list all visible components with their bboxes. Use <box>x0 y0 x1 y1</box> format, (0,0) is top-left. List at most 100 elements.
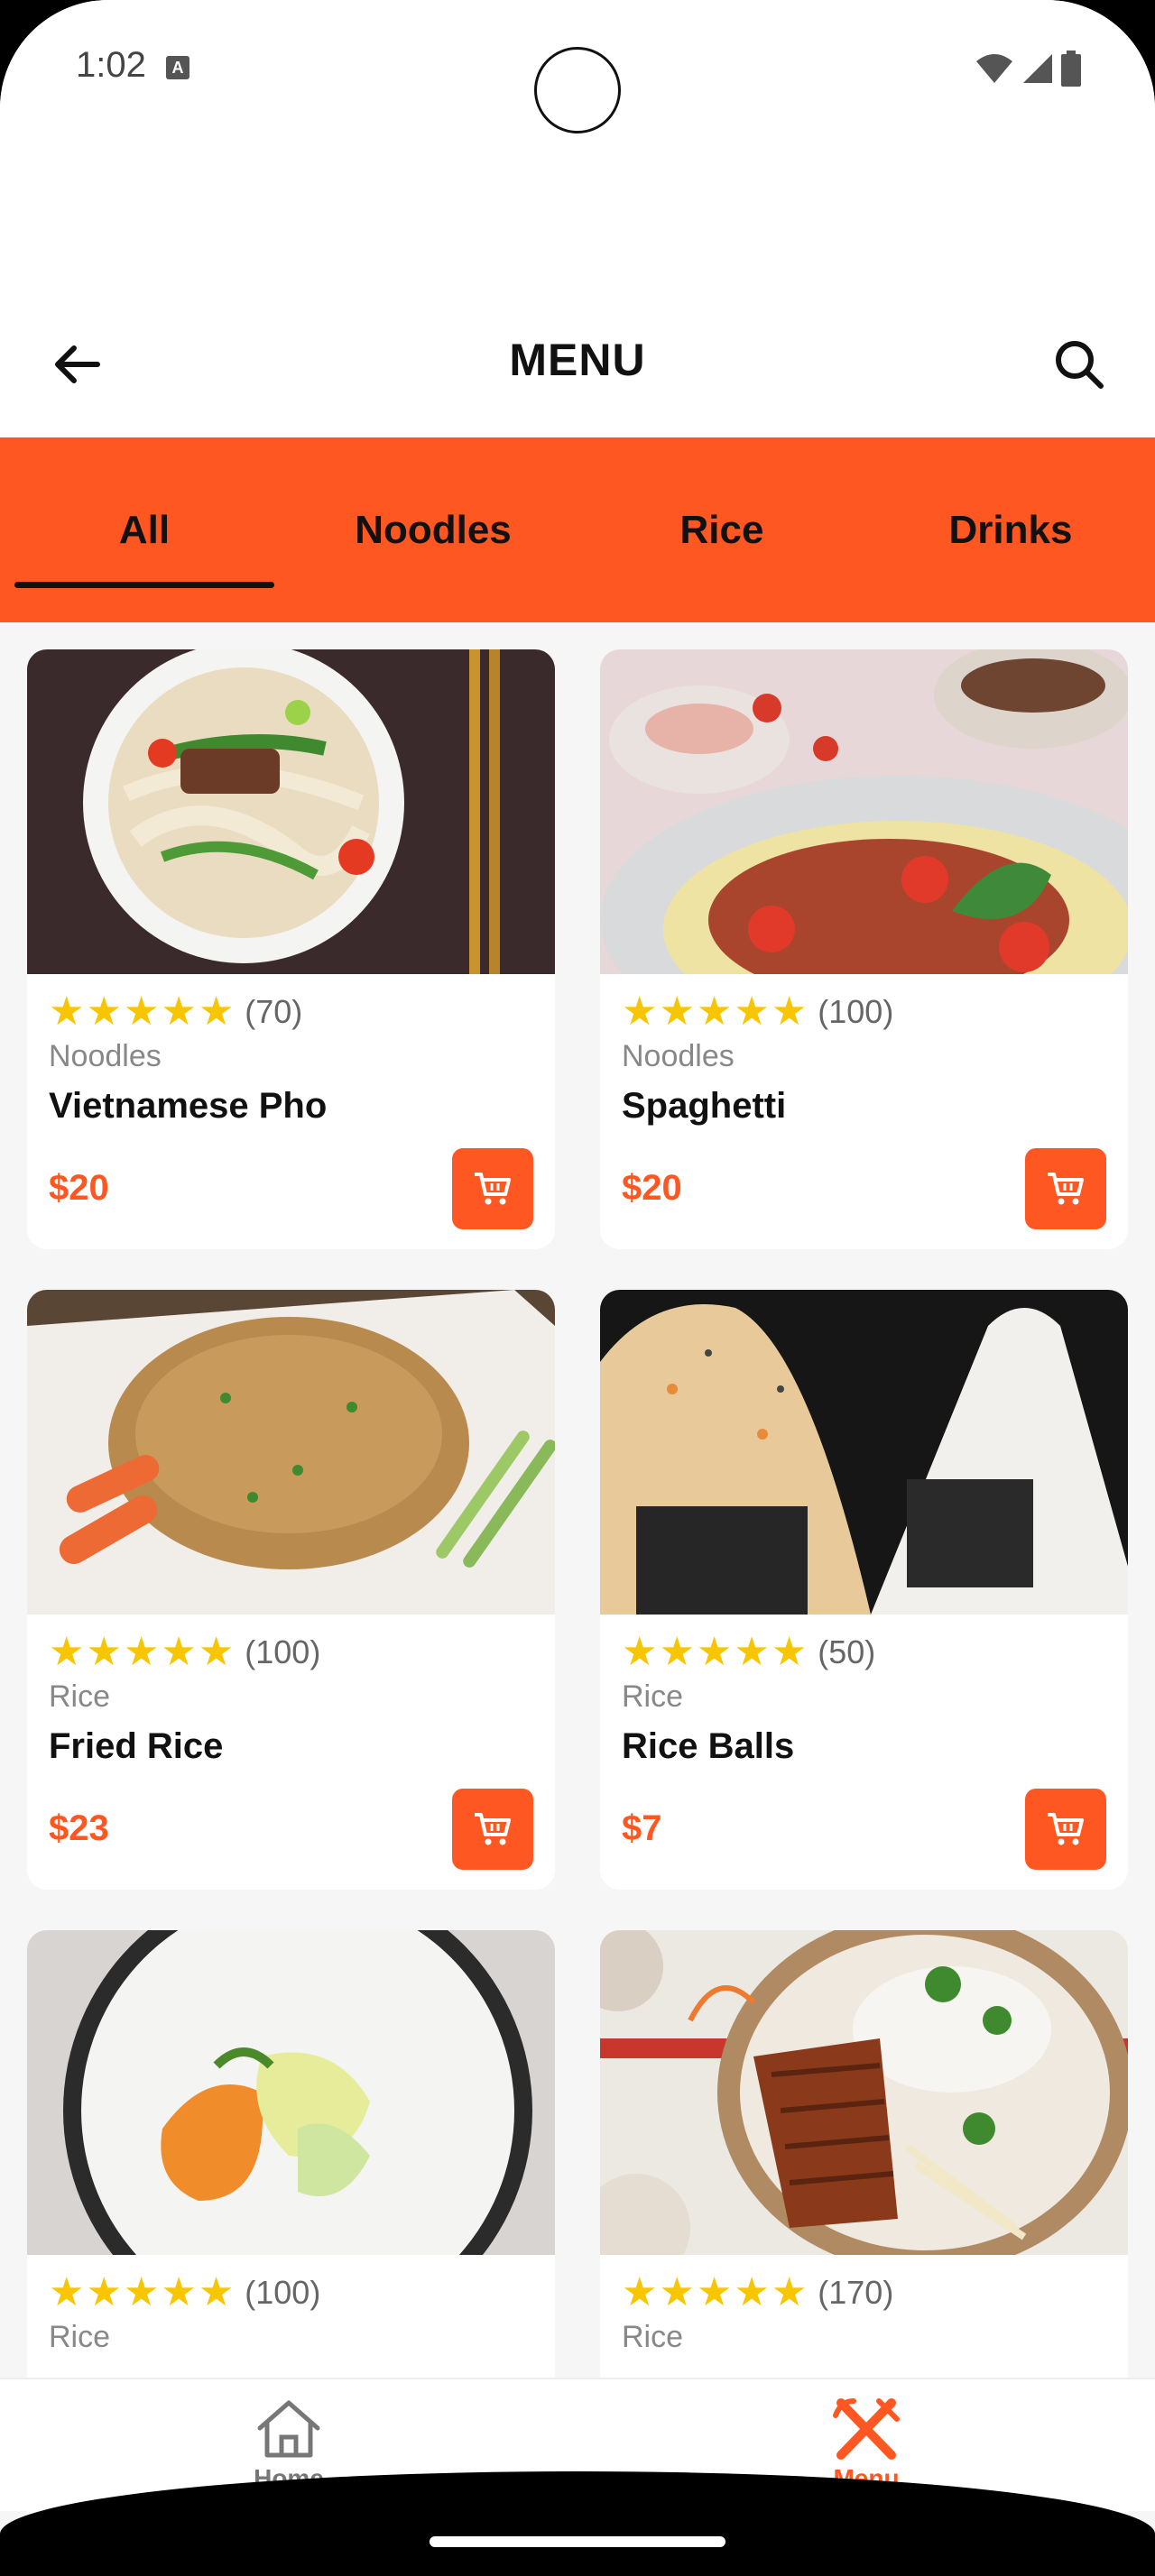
rating-stars: ★ ★ ★ ★ ★ <box>622 990 807 1034</box>
home-icon <box>257 2400 320 2458</box>
review-count: (170) <box>818 2274 894 2311</box>
star-icon: ★ <box>696 2270 733 2314</box>
star-icon: ★ <box>123 989 160 1034</box>
status-time: 1:02 <box>76 45 146 85</box>
star-icon: ★ <box>734 989 770 1034</box>
star-icon: ★ <box>161 2270 197 2314</box>
notification-a-icon: A <box>166 56 189 79</box>
product-name: Vietnamese Pho <box>49 1086 328 1126</box>
star-icon: ★ <box>49 2270 85 2314</box>
rating: ★ ★ ★ ★ ★ (100) <box>49 2271 320 2314</box>
product-grid: ★ ★ ★ ★ ★ (70) Noodles Vietnamese Pho $20 <box>27 649 1128 2530</box>
status-bar: 1:02 A <box>0 0 1155 307</box>
cart-icon <box>475 1813 511 1845</box>
camera-cutout <box>534 47 621 133</box>
cart-icon <box>1048 1813 1084 1845</box>
rating-stars: ★ ★ ★ ★ ★ <box>622 1631 807 1674</box>
product-category: Noodles <box>622 1039 735 1073</box>
star-icon: ★ <box>659 2270 695 2314</box>
product-card[interactable]: ★ ★ ★ ★ ★ (100) Noodles Spaghetti $20 <box>600 649 1128 1249</box>
star-icon: ★ <box>659 1630 695 1674</box>
product-image-rice-balls <box>600 1290 1128 1615</box>
add-to-cart-button[interactable] <box>452 1789 533 1870</box>
product-price: $7 <box>622 1808 662 1848</box>
page-title: MENU <box>509 335 646 385</box>
app-screen: 1:02 A MENU All Noodles Rice Drinks ★ ★ … <box>0 0 1155 2576</box>
category-tabs: All Noodles Rice Drinks <box>0 437 1155 622</box>
status-icons <box>975 51 1081 87</box>
star-icon: ★ <box>161 989 197 1034</box>
review-count: (100) <box>245 2274 321 2311</box>
rating: ★ ★ ★ ★ ★ (100) <box>49 1631 320 1674</box>
star-icon: ★ <box>198 1630 235 1674</box>
review-count: (100) <box>818 993 894 1030</box>
review-count: (100) <box>245 1633 321 1670</box>
star-icon: ★ <box>622 2270 658 2314</box>
star-icon: ★ <box>161 1630 197 1674</box>
tab-all[interactable]: All <box>0 437 289 622</box>
home-indicator[interactable] <box>430 2536 725 2547</box>
rating-stars: ★ ★ ★ ★ ★ <box>49 1631 234 1674</box>
star-icon: ★ <box>123 2270 160 2314</box>
star-icon: ★ <box>86 1630 122 1674</box>
wifi-icon <box>976 54 1012 83</box>
star-icon: ★ <box>49 989 85 1034</box>
rating-stars: ★ ★ ★ ★ ★ <box>622 2271 807 2314</box>
rating: ★ ★ ★ ★ ★ (100) <box>622 990 893 1034</box>
star-icon: ★ <box>734 1630 770 1674</box>
review-count: (70) <box>245 993 303 1030</box>
star-icon: ★ <box>696 989 733 1034</box>
product-card[interactable]: ★ ★ ★ ★ ★ (50) Rice Rice Balls $7 <box>600 1290 1128 1890</box>
product-name: Spaghetti <box>622 1086 787 1126</box>
product-image-cutlet-bowl <box>600 1930 1128 2255</box>
rating: ★ ★ ★ ★ ★ (170) <box>622 2271 893 2314</box>
add-to-cart-button[interactable] <box>452 1148 533 1229</box>
app-header: MENU <box>0 307 1155 437</box>
star-icon: ★ <box>86 2270 122 2314</box>
product-image-fried-rice <box>27 1290 555 1615</box>
product-image-sushi-roll <box>27 1930 555 2255</box>
review-count: (50) <box>818 1633 876 1670</box>
product-image-pho <box>27 649 555 974</box>
star-icon: ★ <box>49 1630 85 1674</box>
star-icon: ★ <box>622 989 658 1034</box>
cart-icon <box>1048 1173 1084 1205</box>
star-icon: ★ <box>622 1630 658 1674</box>
cart-icon <box>475 1173 511 1205</box>
product-name: Fried Rice <box>49 1726 224 1766</box>
product-price: $20 <box>49 1168 109 1208</box>
rating-stars: ★ ★ ★ ★ ★ <box>49 990 234 1034</box>
product-category: Rice <box>49 1679 111 1714</box>
star-icon: ★ <box>734 2270 770 2314</box>
rating-stars: ★ ★ ★ ★ ★ <box>49 2271 234 2314</box>
star-icon: ★ <box>198 2270 235 2314</box>
add-to-cart-button[interactable] <box>1025 1148 1106 1229</box>
star-icon: ★ <box>123 1630 160 1674</box>
product-price: $23 <box>49 1808 109 1848</box>
star-icon: ★ <box>771 2270 808 2314</box>
product-category: Rice <box>622 2320 684 2354</box>
tab-drinks[interactable]: Drinks <box>866 437 1155 622</box>
add-to-cart-button[interactable] <box>1025 1789 1106 1870</box>
product-name: Rice Balls <box>622 1726 795 1766</box>
product-category: Rice <box>49 2320 111 2354</box>
product-price: $20 <box>622 1168 682 1208</box>
product-category: Noodles <box>49 1039 162 1073</box>
signal-icon <box>1023 54 1052 83</box>
star-icon: ★ <box>198 989 235 1034</box>
product-category: Rice <box>622 1679 684 1714</box>
tab-noodles[interactable]: Noodles <box>289 437 578 622</box>
battery-icon <box>1061 51 1081 87</box>
fork-knife-icon <box>833 2398 900 2460</box>
star-icon: ★ <box>86 989 122 1034</box>
star-icon: ★ <box>771 1630 808 1674</box>
search-button[interactable] <box>1043 328 1115 400</box>
tab-rice[interactable]: Rice <box>578 437 866 622</box>
product-image-spaghetti <box>600 649 1128 974</box>
product-card[interactable]: ★ ★ ★ ★ ★ (100) Rice Fried Rice $23 <box>27 1290 555 1890</box>
star-icon: ★ <box>771 989 808 1034</box>
rating: ★ ★ ★ ★ ★ (50) <box>622 1631 875 1674</box>
search-icon <box>1056 341 1104 389</box>
product-card[interactable]: ★ ★ ★ ★ ★ (70) Noodles Vietnamese Pho $20 <box>27 649 555 1249</box>
star-icon: ★ <box>659 989 695 1034</box>
